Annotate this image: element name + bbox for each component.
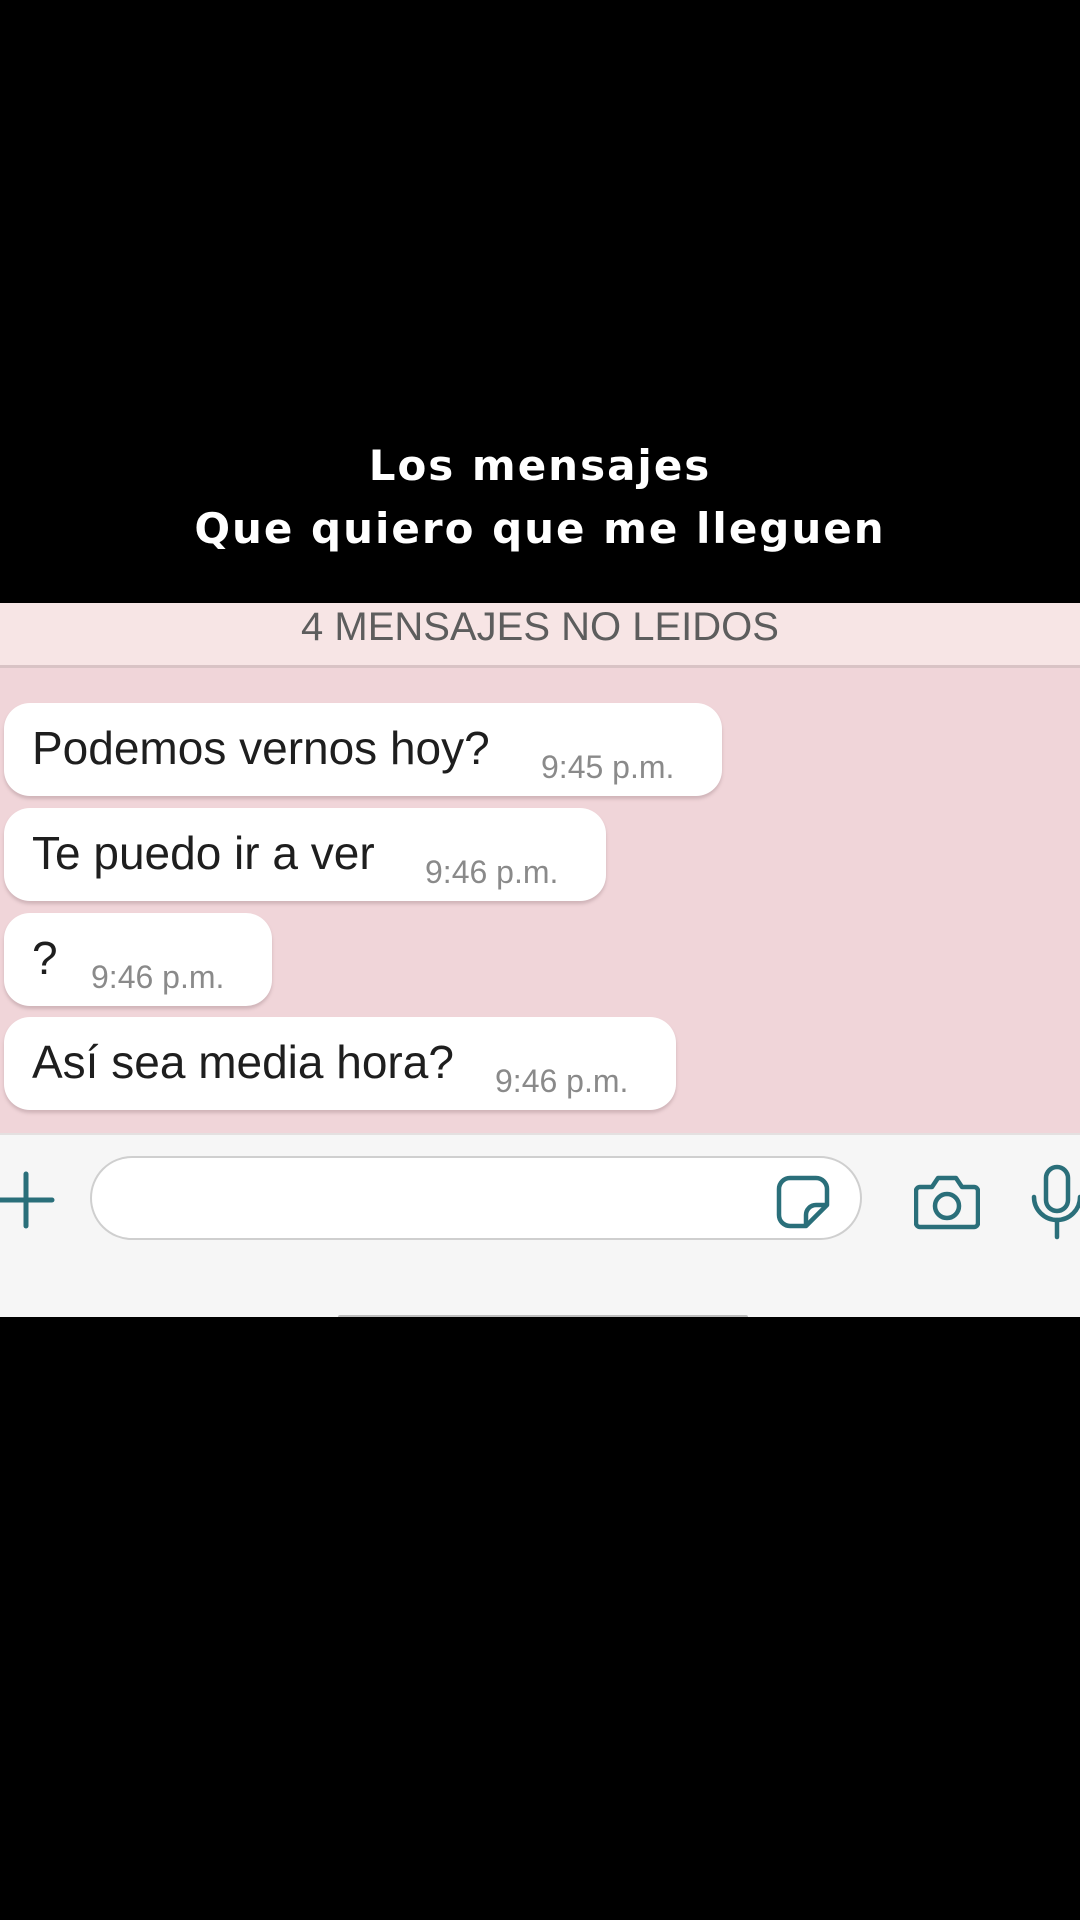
message-text: Podemos vernos hoy? — [32, 722, 490, 774]
message-bubble[interactable]: ? 9:46 p.m. — [4, 913, 272, 1006]
chat-screenshot: 4 MENSAJES NO LEIDOS Podemos vernos hoy?… — [0, 603, 1080, 1317]
message-time: 9:46 p.m. — [495, 1063, 629, 1099]
message-text: Te puedo ir a ver — [32, 827, 375, 879]
page: Los mensajes Que quiero que me lleguen 4… — [0, 0, 1080, 1920]
message-time: 9:45 p.m. — [541, 749, 675, 785]
camera-icon[interactable] — [914, 1173, 980, 1231]
message-bubble[interactable]: Así sea media hora? 9:46 p.m. — [4, 1017, 676, 1110]
message-bubble[interactable]: Podemos vernos hoy? 9:45 p.m. — [4, 703, 722, 796]
message-time: 9:46 p.m. — [425, 854, 559, 890]
microphone-icon[interactable] — [1028, 1163, 1080, 1243]
home-indicator — [338, 1315, 748, 1317]
unread-messages-banner: 4 MENSAJES NO LEIDOS — [0, 603, 1080, 668]
message-composer — [0, 1133, 1080, 1317]
message-text: Así sea media hora? — [32, 1036, 454, 1088]
sticker-icon[interactable] — [776, 1175, 830, 1229]
message-input[interactable] — [90, 1156, 862, 1240]
message-bubble[interactable]: Te puedo ir a ver 9:46 p.m. — [4, 808, 606, 901]
message-time: 9:46 p.m. — [91, 959, 225, 995]
caption-line-1: Los mensajes — [368, 441, 712, 490]
plus-icon[interactable] — [0, 1169, 56, 1231]
unread-messages-label: 4 MENSAJES NO LEIDOS — [301, 605, 779, 649]
message-text: ? — [32, 932, 58, 984]
caption-line-2: Que quiero que me lleguen — [194, 504, 886, 553]
meme-caption: Los mensajes Que quiero que me lleguen — [0, 434, 1080, 560]
